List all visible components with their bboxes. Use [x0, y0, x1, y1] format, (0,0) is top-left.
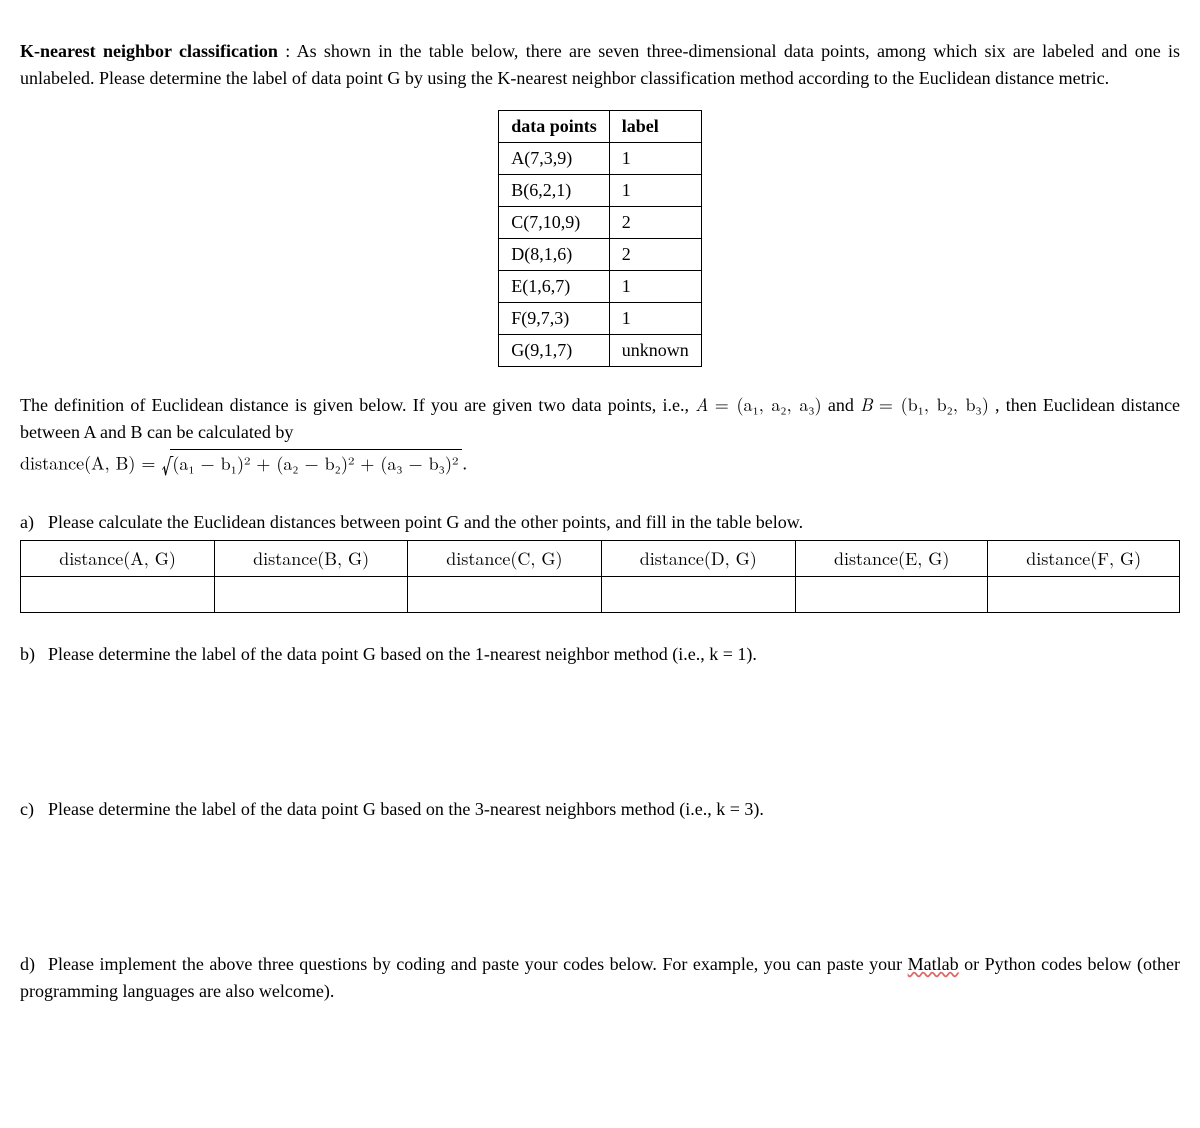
qd-matlab: Matlab — [908, 954, 959, 974]
distance-table-values — [21, 577, 1180, 613]
distance-table: distance(A, G) distance(B, G) distance(C… — [20, 540, 1180, 613]
qa-marker: a) — [20, 509, 48, 536]
qc-marker: c) — [20, 796, 48, 823]
cell-point: E(1,6,7) — [499, 271, 610, 303]
qb-marker: b) — [20, 641, 48, 668]
col-points: data points — [499, 111, 610, 143]
answer-space-c — [20, 823, 1180, 923]
cell-label: 1 — [609, 271, 701, 303]
def-eq2: = — [879, 392, 901, 417]
cell-label: 2 — [609, 239, 701, 271]
qb-text: Please determine the label of the data p… — [48, 644, 757, 664]
cell-label: unknown — [609, 335, 701, 367]
dist-cell — [988, 577, 1180, 613]
question-b: b)Please determine the label of the data… — [20, 641, 1180, 668]
table-row: F(9,7,3) 1 — [499, 303, 702, 335]
table-row: C(7,10,9) 2 — [499, 207, 702, 239]
qd-pre: Please implement the above three questio… — [48, 954, 908, 974]
cell-label: 1 — [609, 175, 701, 207]
def-dist-label: distance(A, B) = — [20, 451, 161, 476]
qa-text: Please calculate the Euclidean distances… — [48, 512, 803, 532]
cell-point: A(7,3,9) — [499, 143, 610, 175]
def-period: . — [462, 454, 467, 474]
title: K-nearest neighbor classification — [20, 41, 278, 61]
dist-header: distance(A, G) — [21, 541, 215, 577]
table-row: A(7,3,9) 1 — [499, 143, 702, 175]
table-row: E(1,6,7) 1 — [499, 271, 702, 303]
cell-label: 1 — [609, 143, 701, 175]
cell-point: C(7,10,9) — [499, 207, 610, 239]
table-row: B(6,2,1) 1 — [499, 175, 702, 207]
dist-header: distance(D, G) — [601, 541, 795, 577]
distance-table-header: distance(A, G) distance(B, G) distance(C… — [21, 541, 1180, 577]
dist-header: distance(C, G) — [408, 541, 601, 577]
dist-cell — [408, 577, 601, 613]
data-table-wrap: data points label A(7,3,9) 1 B(6,2,1) 1 … — [20, 110, 1180, 367]
table-row: G(9,1,7) unknown — [499, 335, 702, 367]
dist-header: distance(F, G) — [988, 541, 1180, 577]
definition-paragraph: The definition of Euclidean distance is … — [20, 391, 1180, 481]
data-table: data points label A(7,3,9) 1 B(6,2,1) 1 … — [498, 110, 702, 367]
dist-cell — [21, 577, 215, 613]
def-lead: The definition of Euclidean distance is … — [20, 395, 695, 415]
question-d: d)Please implement the above three quest… — [20, 951, 1180, 1005]
def-eq1: = — [715, 392, 737, 417]
qd-marker: d) — [20, 951, 48, 978]
intro-paragraph: K-nearest neighbor classification : As s… — [20, 38, 1180, 92]
dist-header: distance(E, G) — [796, 541, 988, 577]
def-sqrt-inner: (a₁ − b₁)² + (a₂ − b₂)² + (a₃ − b₃)² — [170, 449, 462, 477]
def-Btuple: (b₁, b₂, b₃) — [901, 392, 989, 417]
dist-cell — [601, 577, 795, 613]
def-B: B — [860, 392, 873, 417]
table-row: D(8,1,6) 2 — [499, 239, 702, 271]
cell-point: G(9,1,7) — [499, 335, 610, 367]
cell-point: B(6,2,1) — [499, 175, 610, 207]
dist-header: distance(B, G) — [215, 541, 408, 577]
question-c: c)Please determine the label of the data… — [20, 796, 1180, 823]
qc-text: Please determine the label of the data p… — [48, 799, 764, 819]
def-and: and — [828, 395, 860, 415]
cell-point: F(9,7,3) — [499, 303, 610, 335]
def-Atuple: (a₁, a₂, a₃) — [736, 392, 821, 417]
cell-label: 2 — [609, 207, 701, 239]
dist-cell — [796, 577, 988, 613]
col-label: label — [609, 111, 701, 143]
question-a: a)Please calculate the Euclidean distanc… — [20, 509, 1180, 613]
def-A: A — [695, 392, 708, 417]
cell-label: 1 — [609, 303, 701, 335]
document-root: K-nearest neighbor classification : As s… — [20, 38, 1180, 1005]
dist-cell — [215, 577, 408, 613]
data-table-header: data points label — [499, 111, 702, 143]
answer-space-b — [20, 668, 1180, 768]
cell-point: D(8,1,6) — [499, 239, 610, 271]
